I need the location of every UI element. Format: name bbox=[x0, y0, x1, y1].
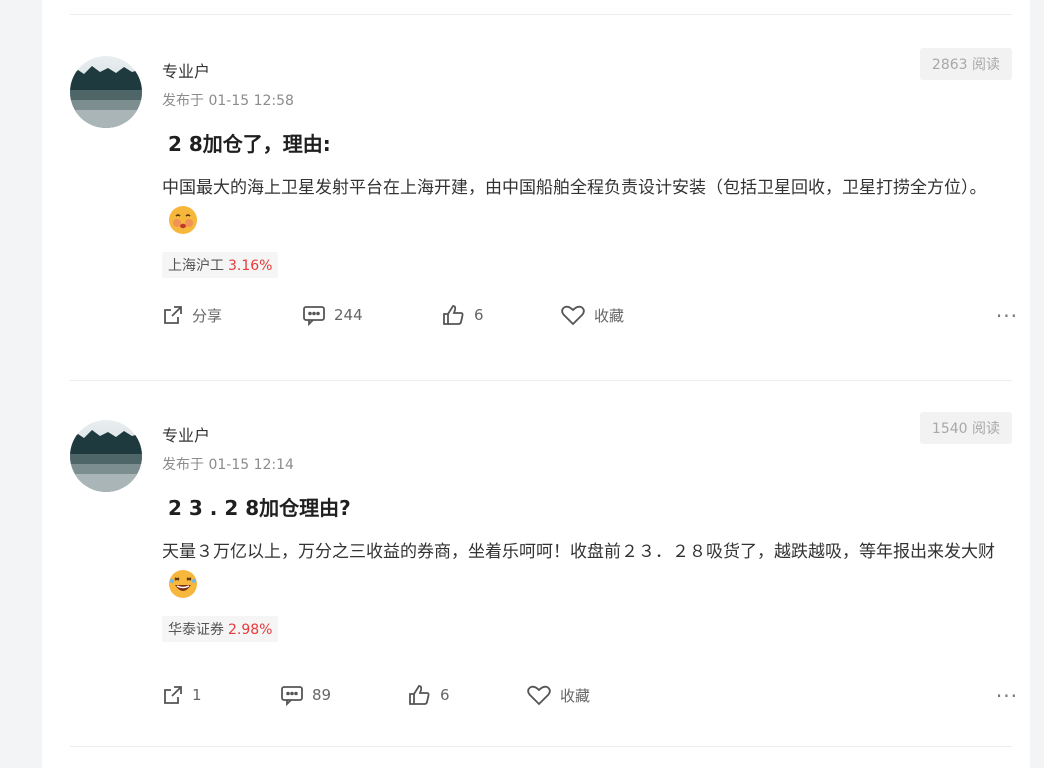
comment-icon bbox=[280, 684, 312, 706]
stock-tag[interactable]: 上海沪工 3.16% bbox=[162, 252, 279, 278]
divider bbox=[70, 380, 1012, 381]
comment-count: 89 bbox=[312, 686, 332, 704]
heart-icon bbox=[526, 684, 560, 706]
share-icon bbox=[162, 304, 192, 326]
share-button[interactable]: 1 bbox=[162, 684, 202, 706]
favorite-button[interactable]: 收藏 bbox=[560, 304, 624, 326]
stock-tag-change: 3.16% bbox=[228, 258, 273, 274]
share-label: 分享 bbox=[192, 306, 223, 325]
like-button[interactable]: 6 bbox=[408, 684, 450, 706]
like-count: 6 bbox=[474, 306, 484, 324]
more-options-button[interactable]: ··· bbox=[996, 684, 1018, 708]
comment-button[interactable]: 244 bbox=[302, 304, 363, 326]
divider bbox=[70, 746, 1012, 747]
avatar[interactable] bbox=[70, 420, 142, 492]
comment-button[interactable]: 89 bbox=[280, 684, 331, 706]
post-body[interactable]: 天量３万亿以上，万分之三收益的券商，坐着乐呵呵！收盘前２３．２８吸货了，越跌越吸… bbox=[162, 534, 1018, 606]
thumbs-up-icon bbox=[408, 684, 440, 706]
username[interactable]: 专业户 bbox=[162, 422, 210, 446]
thumbs-up-icon bbox=[442, 304, 474, 326]
comment-count: 244 bbox=[334, 306, 363, 324]
divider bbox=[70, 14, 1012, 15]
read-count-badge: 2863 阅读 bbox=[919, 48, 1012, 80]
stock-tag-name: 华泰证券 bbox=[168, 622, 224, 638]
post-time: 发布于 01-15 12:14 bbox=[162, 457, 294, 473]
read-count-badge: 1540 阅读 bbox=[919, 412, 1012, 444]
post-body[interactable]: 中国最大的海上卫星发射平台在上海开建，由中国船舶全程负责设计安装（包括卫星回收，… bbox=[162, 170, 1018, 242]
favorite-label: 收藏 bbox=[560, 686, 591, 705]
action-bar: 1 89 6 收藏 ··· bbox=[162, 684, 1018, 712]
heart-icon bbox=[560, 304, 594, 326]
action-bar: 分享 244 6 收藏 ··· bbox=[162, 304, 1018, 332]
share-button[interactable]: 分享 bbox=[162, 304, 222, 326]
post-body-text: 天量３万亿以上，万分之三收益的券商，坐着乐呵呵！收盘前２３．２８吸货了，越跌越吸… bbox=[162, 542, 995, 562]
like-button[interactable]: 6 bbox=[442, 304, 484, 326]
post-body-text: 中国最大的海上卫星发射平台在上海开建，由中国船舶全程负责设计安装（包括卫星回收，… bbox=[162, 178, 987, 198]
like-count: 6 bbox=[440, 686, 450, 704]
feed-card: 专业户 发布于 01-15 12:58 2863 阅读 2 8加仓了，理由: 中… bbox=[42, 0, 1030, 768]
favorite-button[interactable]: 收藏 bbox=[526, 684, 590, 706]
more-options-button[interactable]: ··· bbox=[996, 304, 1018, 328]
username[interactable]: 专业户 bbox=[162, 58, 210, 82]
share-count: 1 bbox=[192, 686, 202, 704]
stock-tag-name: 上海沪工 bbox=[168, 258, 224, 274]
post-title[interactable]: 2 8加仓了，理由: bbox=[168, 128, 331, 157]
favorite-label: 收藏 bbox=[594, 306, 625, 325]
post-title[interactable]: 2 3 . 2 8加仓理由? bbox=[168, 492, 351, 521]
avatar[interactable] bbox=[70, 56, 142, 128]
stock-tag-change: 2.98% bbox=[228, 622, 273, 638]
share-icon bbox=[162, 684, 192, 706]
laughing-face-emoji bbox=[168, 569, 198, 599]
stock-tag[interactable]: 华泰证券 2.98% bbox=[162, 616, 279, 642]
smiling-face-with-blush-emoji bbox=[168, 205, 198, 235]
post-time: 发布于 01-15 12:58 bbox=[162, 93, 294, 109]
comment-icon bbox=[302, 304, 334, 326]
